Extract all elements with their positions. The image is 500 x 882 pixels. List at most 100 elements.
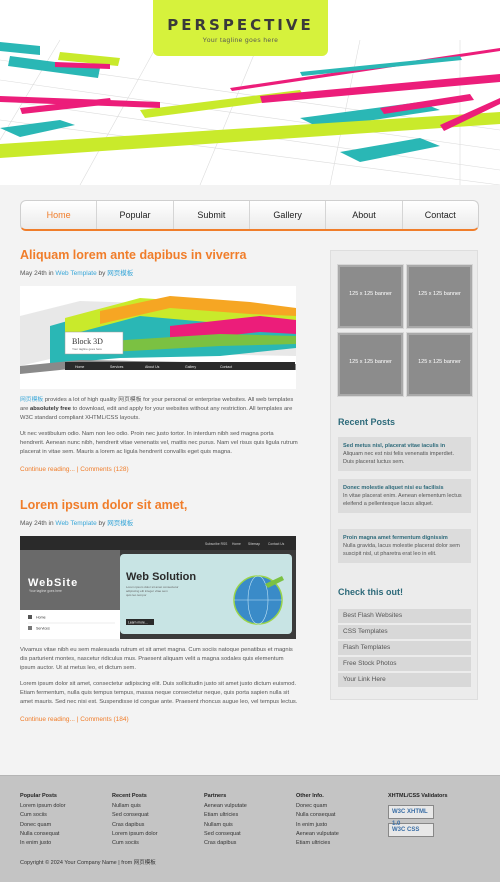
post-title[interactable]: Lorem ipsum dolor sit amet, [20,498,298,512]
post-text-link[interactable]: 网页模板 [20,397,43,403]
footer-link[interactable]: Lorem ipsum dolor [20,802,66,811]
svg-text:Subscribe RSS: Subscribe RSS [205,542,228,546]
comments-link[interactable]: Comments (184) [80,716,128,723]
post-image[interactable]: Subscribe RSS Home Sitemap Contact Us We… [20,536,296,639]
recent-post-title[interactable]: Proin magna amet fermentum dignissim [343,534,466,542]
post-footer-links: Continue reading... | Comments (128) [20,466,129,473]
footer-heading: Popular Posts [20,793,57,799]
footer-column: Popular Posts Lorem ipsum dolor Cum soci… [20,792,66,848]
footer-link[interactable]: Nullam quis [112,802,158,811]
footer-link[interactable]: Etiam ultricies [296,839,339,848]
post-image[interactable]: Home Services About Us Gallery Contact B… [20,286,296,389]
post-category-link[interactable]: Web Template [55,270,96,277]
footer-column: Other Info. Donec quam Nulla consequat I… [296,792,339,848]
post-by: by [98,270,106,277]
footer-link[interactable]: Donec quam [296,802,339,811]
footer: Popular Posts Lorem ipsum dolor Cum soci… [0,775,500,882]
footer-link[interactable]: Aenean vulputate [204,802,247,811]
preview-nav-text: Services [110,365,124,369]
post-by: by [98,520,106,527]
footer-link[interactable]: Lorem ipsum dolor [112,830,158,839]
check-link[interactable]: Your Link Here [338,673,471,687]
site-title[interactable]: PERSPECTIVE [153,16,328,34]
main-navigation: Home Popular Submit Gallery About Contac… [20,200,479,231]
footer-link[interactable]: Sed consequat [112,811,158,820]
footer-link[interactable]: In enim justo [296,821,339,830]
footer-column: Recent Posts Nullam quis Sed consequat C… [112,792,158,848]
sidebar: 125 x 125 banner 125 x 125 banner 125 x … [330,250,478,700]
footer-link[interactable]: Donec quam [20,821,66,830]
footer-link[interactable]: Nulla consequat [296,811,339,820]
nav-popular[interactable]: Popular [97,201,174,229]
post-author-link[interactable]: 网页模板 [107,270,133,277]
preview-block3d-subtitle: Your tagline goes here [72,347,102,351]
post: Aliquam lorem ante dapibus in viverra Ma… [20,248,298,473]
ad-banner[interactable]: 125 x 125 banner [406,264,473,329]
ad-banner[interactable]: 125 x 125 banner [406,332,473,397]
footer-link[interactable]: Cum sociis [20,811,66,820]
nav-submit[interactable]: Submit [174,201,250,229]
post-date: May 24th in [20,270,54,277]
preview-heading: Web Solution [126,571,196,583]
footer-link[interactable]: Cras dapibus [204,839,247,848]
footer-heading: XHTML/CSS Validators [388,793,448,799]
company-link[interactable]: Your Company Name [64,860,116,866]
footer-link[interactable]: Sed consequat [204,830,247,839]
check-link[interactable]: Flash Templates [338,641,471,655]
footer-heading: Partners [204,793,227,799]
nav-home[interactable]: Home [21,201,98,229]
recent-post-title[interactable]: Sed metus nisl, placerat vitae iaculis i… [343,442,466,450]
footer-link[interactable]: In enim justo [20,839,66,848]
check-link[interactable]: CSS Templates [338,625,471,639]
nav-about[interactable]: About [326,201,403,229]
nav-contact[interactable]: Contact [403,201,478,229]
logo[interactable]: PERSPECTIVE Your tagline goes here [153,0,328,56]
footer-link[interactable]: Cum sociis [112,839,158,848]
recent-posts-heading: Recent Posts [338,417,396,427]
continue-reading-link[interactable]: Continue reading... [20,466,75,473]
recent-post-item[interactable]: Proin magna amet fermentum dignissim Nul… [338,529,471,563]
footer-column: Partners Aenean vulputate Etiam ultricie… [204,792,247,848]
post-paragraph: Lorem ipsum dolor sit amet, consectetur … [20,681,298,705]
footer-link[interactable]: Etiam ultricies [204,811,247,820]
post-paragraph: Ut nec vestibulum odio. Nam non leo odio… [20,431,298,455]
preview-nav-text: Contact [220,365,232,369]
footer-link[interactable]: Aenean vulputate [296,830,339,839]
footer-link[interactable]: Cras dapibus [112,821,158,830]
recent-post-item[interactable]: Sed metus nisl, placerat vitae iaculis i… [338,437,471,471]
footer-heading: Recent Posts [112,793,147,799]
preview-nav-text: About Us [145,365,160,369]
post-meta: May 24th in Web Template by 网页模板 [20,517,298,527]
post-title[interactable]: Aliquam lorem ante dapibus in viverra [20,248,298,262]
post-author-link[interactable]: 网页模板 [107,520,133,527]
post-category-link[interactable]: Web Template [55,520,96,527]
ad-banner[interactable]: 125 x 125 banner [337,332,404,397]
block3d-preview-image: Home Services About Us Gallery Contact B… [20,286,296,389]
post-date: May 24th in [20,520,54,527]
ad-banner[interactable]: 125 x 125 banner [337,264,404,329]
xhtml-validator-badge[interactable]: W3C XHTML 1.0 [388,805,434,827]
continue-reading-link[interactable]: Continue reading... [20,716,75,723]
preview-nav-text: Home [75,365,84,369]
websolution-preview-image: Subscribe RSS Home Sitemap Contact Us We… [20,536,296,639]
svg-text:quis leo tempor: quis leo tempor [126,593,147,597]
footer-link[interactable]: Nullam quis [204,821,247,830]
preview-brand: WebSite [28,577,78,589]
recent-post-title[interactable]: Donec molestie aliquet nisi eu facilisis [343,484,466,492]
footer-link[interactable]: Nulla consequat [20,830,66,839]
check-link[interactable]: Best Flash Websites [338,609,471,623]
nav-gallery[interactable]: Gallery [250,201,327,229]
footer-heading: Other Info. [296,793,324,799]
css-validator-badge[interactable]: W3C CSS [388,823,434,838]
recent-post-item[interactable]: Donec molestie aliquet nisi eu facilisis… [338,479,471,513]
preview-brand-sub: Your tagline goes here [29,589,62,593]
preview-learn-more: Learn more... [128,621,148,625]
comments-link[interactable]: Comments (128) [80,466,128,473]
check-link[interactable]: Free Stock Photos [338,657,471,671]
svg-text:Contact Us: Contact Us [268,542,285,546]
post-meta: May 24th in Web Template by 网页模板 [20,267,298,277]
post-paragraph: Vivamus vitae nibh eu sem malesuada rutr… [20,647,293,671]
site-tagline: Your tagline goes here [202,37,279,44]
preview-nav-text: Gallery [185,365,196,369]
template-source-link[interactable]: 网页模板 [134,860,156,866]
